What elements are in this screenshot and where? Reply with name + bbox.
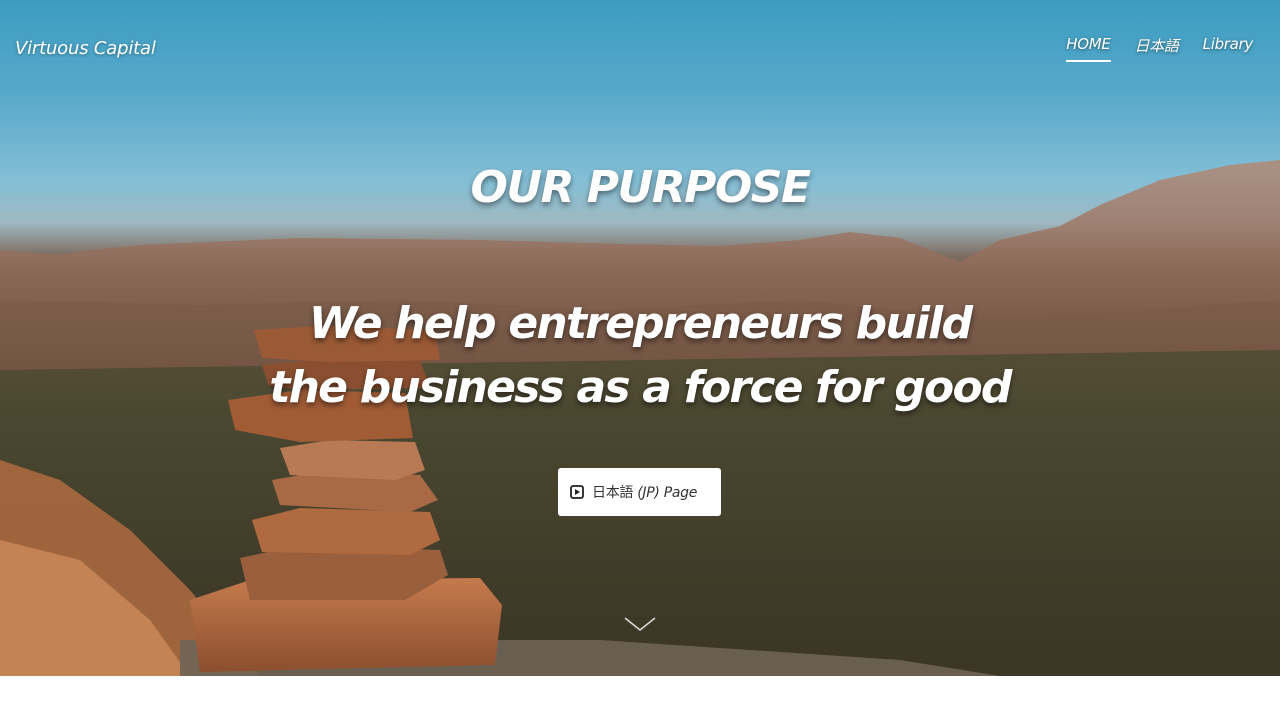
jp-page-label-rest: (JP) Page — [637, 485, 698, 501]
scroll-down-button[interactable] — [624, 614, 656, 634]
brand-logo-text[interactable]: Virtuous Capital — [15, 38, 156, 59]
page-bottom-area — [0, 676, 1280, 720]
tagline-line-2: the business as a force for good — [269, 362, 1012, 413]
nav-item-home[interactable]: HOME — [1066, 35, 1111, 62]
hero-headline: OUR PURPOSE — [470, 162, 811, 213]
jp-page-label-jp: 日本語 — [592, 485, 634, 501]
jp-page-button-label: 日本語 (JP) Page — [592, 482, 697, 502]
main-nav: HOME 日本語 Library — [1066, 35, 1253, 62]
tagline-line-1: We help entrepreneurs build — [308, 298, 973, 349]
play-square-icon — [570, 485, 584, 499]
hero-tagline: We help entrepreneurs build the business… — [0, 292, 1280, 420]
nav-item-japanese[interactable]: 日本語 — [1135, 35, 1179, 62]
chevron-down-icon — [624, 617, 656, 632]
nav-item-library[interactable]: Library — [1203, 35, 1254, 62]
jp-page-button[interactable]: 日本語 (JP) Page — [558, 468, 721, 516]
